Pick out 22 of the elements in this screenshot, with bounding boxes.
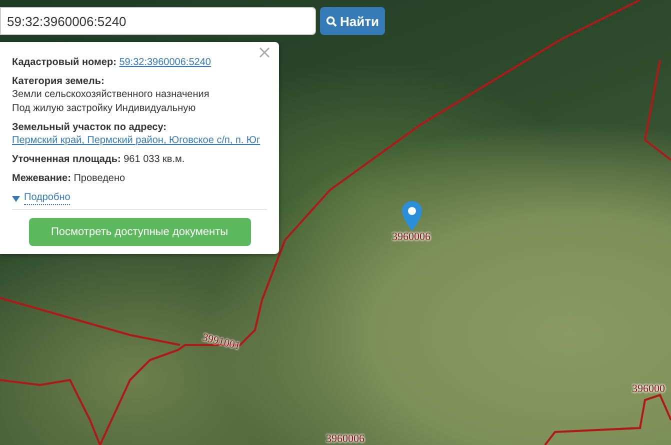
field-label: Земельный участок по адресу: bbox=[12, 122, 167, 133]
close-icon[interactable] bbox=[259, 46, 272, 60]
field-text: Под жилую застройку Индивидуальную bbox=[12, 102, 197, 115]
field-label: Межевание: bbox=[12, 173, 71, 184]
parcel-number-label: 3960006 bbox=[392, 231, 430, 243]
field-link[interactable]: 59:32:3960006:5240 bbox=[119, 57, 211, 68]
field-label: Уточненная площадь: bbox=[12, 154, 121, 165]
field-value: 961 033 кв.м. bbox=[124, 154, 185, 165]
parcel-number-label: 3991001 bbox=[201, 332, 242, 352]
details-link[interactable]: Подробно bbox=[24, 192, 70, 205]
search-icon bbox=[326, 16, 338, 26]
parcel-number-label: 396000 bbox=[632, 383, 665, 395]
field-value: Земли сельскохозяйственного назначения bbox=[12, 88, 210, 101]
parcel-number-label: 3960006 bbox=[326, 433, 364, 445]
find-button[interactable]: Найти bbox=[320, 7, 385, 35]
field-label: Категория земель: bbox=[12, 76, 104, 87]
search-field[interactable]: 59:32:3960006:5240 bbox=[0, 7, 316, 35]
field-link[interactable]: Пермский край, Пермский район, Юговское с/п, п. Юг bbox=[12, 134, 261, 147]
view-documents-button[interactable]: Посмотреть доступные документы bbox=[28, 218, 250, 246]
map-pin-icon[interactable] bbox=[402, 201, 422, 231]
field-label: Кадастровый номер: bbox=[12, 57, 116, 68]
field-value: Проведено bbox=[74, 173, 126, 184]
